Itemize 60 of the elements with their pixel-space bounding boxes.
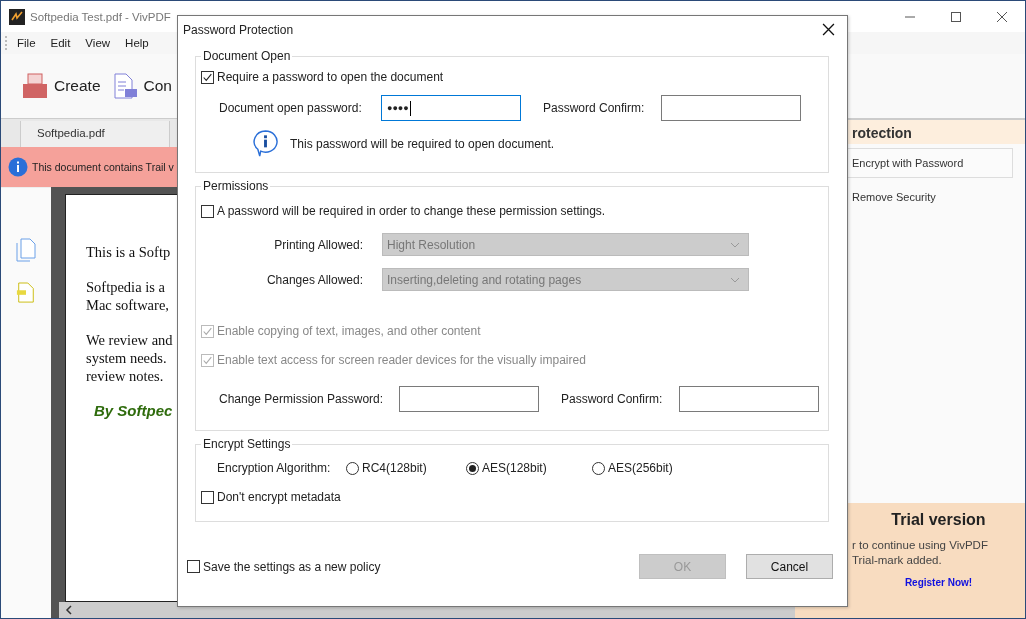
menu-item[interactable]: Edit xyxy=(50,37,71,49)
register-link[interactable]: Register Now! xyxy=(904,577,973,588)
menu-item[interactable]: View xyxy=(85,37,111,49)
document-tab[interactable]: Softpedia.pdf xyxy=(20,121,170,147)
toolbar-button[interactable]: Con xyxy=(110,72,172,100)
password-confirm-field[interactable] xyxy=(679,386,819,412)
dialog-title: Password Protection xyxy=(183,22,294,37)
app-logo-icon xyxy=(9,8,25,25)
document-text: review notes. xyxy=(86,367,164,385)
trial-text: r to continue using VivPDF xyxy=(852,538,989,553)
password-field[interactable] xyxy=(399,386,539,412)
menu-item[interactable]: File xyxy=(17,37,36,49)
dropdown-label: Printing Allowed: xyxy=(273,237,364,252)
password-confirm-field[interactable] xyxy=(661,95,801,121)
chevron-down-icon xyxy=(730,241,740,248)
checkbox[interactable] xyxy=(187,560,200,573)
field-label: Password Confirm: xyxy=(560,392,664,406)
group-title: Permissions xyxy=(202,179,270,193)
close-icon[interactable] xyxy=(822,23,835,36)
radio-label: AES(256bit) xyxy=(608,461,673,475)
radio-label: RC4(128bit) xyxy=(362,461,427,475)
checkbox[interactable] xyxy=(201,490,214,504)
printer-icon xyxy=(21,72,49,100)
document-signature: By Softpec xyxy=(94,402,173,419)
checkbox-label: A password will be required in order to change these permission settings. xyxy=(217,204,606,218)
checkbox-label: Save the settings as a new policy xyxy=(203,559,381,574)
window-title: Softpedia Test.pdf - VivPDF xyxy=(30,10,171,23)
trial-text: Trial-mark added. xyxy=(852,553,943,568)
checkbox-label: Enable text access for screen reader devices for the visually impaired xyxy=(217,353,586,367)
menu-item[interactable]: Help xyxy=(125,37,149,49)
close-icon[interactable] xyxy=(996,10,1008,23)
checkbox-label: Require a password to open the document xyxy=(217,70,444,84)
checkbox-label: Enable copying of text, images, and other content xyxy=(217,324,481,338)
toolbar-button[interactable]: Create xyxy=(21,72,101,100)
info-icon xyxy=(253,130,278,157)
info-icon xyxy=(8,157,28,177)
document-text: Softpedia is a xyxy=(86,278,165,296)
document-text: system needs. xyxy=(86,349,167,367)
checkbox-label: Don't encrypt metadata xyxy=(217,490,341,504)
maximize-icon[interactable] xyxy=(950,10,962,23)
document-text: Mac software, xyxy=(86,296,169,314)
scroll-left-icon[interactable] xyxy=(65,605,73,615)
dialog-button[interactable]: Cancel xyxy=(746,554,833,579)
chevron-down-icon xyxy=(730,276,740,283)
field-label: Password Confirm: xyxy=(542,101,646,115)
field-label: Document open password: xyxy=(218,101,363,115)
group-title: Encrypt Settings xyxy=(202,437,292,451)
group-title: Document Open xyxy=(202,49,292,63)
notice-text: This document contains Trail v xyxy=(32,161,174,173)
checkbox[interactable] xyxy=(201,204,214,218)
password-field[interactable]: ●●●● xyxy=(381,95,521,121)
hint-text: This password will be required to open document. xyxy=(290,136,555,151)
document-text: This is a Softp xyxy=(86,243,171,261)
document-text: We review and xyxy=(86,331,173,349)
checkbox[interactable] xyxy=(201,70,214,84)
radio-group-label: Encryption Algorithm: xyxy=(217,461,332,475)
field-label: Change Permission Password: xyxy=(218,392,385,406)
trial-title: Trial version xyxy=(890,511,987,529)
dropdown-label: Changes Allowed: xyxy=(265,272,364,287)
radio-label: AES(128bit) xyxy=(482,461,547,475)
